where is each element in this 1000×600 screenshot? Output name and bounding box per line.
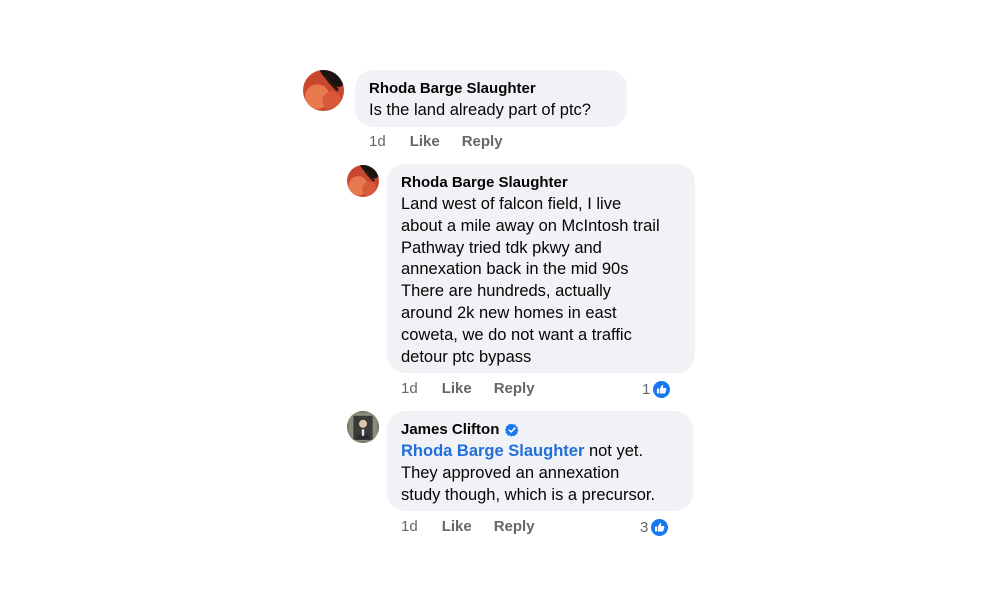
text-line: around 2k new homes in east [401, 303, 617, 322]
profile-photo-rhoda [303, 70, 344, 111]
thumbs-up-icon [651, 519, 669, 536]
comment-text: Rhoda Barge Slaughter not yet. They appr… [401, 441, 679, 506]
comment-author[interactable]: Rhoda Barge Slaughter [401, 173, 681, 193]
comment-actions: 1d Like Reply [369, 133, 525, 151]
author-name[interactable]: Rhoda Barge Slaughter [401, 173, 568, 193]
comment-bubble: Rhoda Barge Slaughter Is the land alread… [355, 70, 627, 127]
text-line: Pathway tried tdk pkwy and [401, 238, 602, 257]
text-line: about a mile away on McIntosh trail [401, 216, 660, 235]
profile-photo-james [347, 411, 379, 443]
text-line: study though, which is a precursor. [401, 485, 656, 504]
comment-bubble: James Clifton Rhoda Barge Slaughter not … [387, 411, 693, 511]
avatar[interactable] [347, 411, 379, 443]
avatar[interactable] [347, 165, 379, 197]
like-button[interactable]: Like [410, 133, 440, 151]
comment-actions: 1d Like Reply [401, 380, 557, 398]
timestamp[interactable]: 1d [401, 380, 418, 398]
text-line: coweta, we do not want a traffic [401, 325, 632, 344]
text-line: detour ptc bypass [401, 347, 532, 366]
comment-author[interactable]: Rhoda Barge Slaughter [369, 79, 613, 99]
author-name[interactable]: James Clifton [401, 420, 499, 440]
reaction-summary[interactable]: 1 [642, 381, 671, 398]
comment-author[interactable]: James Clifton [401, 420, 679, 440]
verified-badge-icon [505, 423, 519, 437]
timestamp[interactable]: 1d [369, 133, 386, 151]
reply-button[interactable]: Reply [494, 380, 535, 398]
timestamp[interactable]: 1d [401, 518, 418, 536]
author-name[interactable]: Rhoda Barge Slaughter [369, 79, 536, 99]
avatar[interactable] [303, 70, 344, 111]
text-line: annexation back in the mid 90s [401, 260, 629, 279]
comment-text: Land west of falcon field, I live about … [401, 194, 681, 368]
comment-thread: Rhoda Barge Slaughter Is the land alread… [0, 0, 1000, 600]
text-line: There are hundreds, actually [401, 282, 612, 301]
reaction-summary[interactable]: 3 [640, 519, 669, 536]
comment-actions: 1d Like Reply [401, 518, 557, 536]
reaction-count: 1 [642, 381, 651, 398]
profile-photo-rhoda [347, 165, 379, 197]
like-button[interactable]: Like [442, 518, 472, 536]
reply-button[interactable]: Reply [462, 133, 503, 151]
comment-bubble: Rhoda Barge Slaughter Land west of falco… [387, 164, 695, 373]
text-line: Rhoda Barge Slaughter not yet. [401, 441, 679, 463]
text-line: They approved an annexation [401, 463, 620, 482]
reply-button[interactable]: Reply [494, 518, 535, 536]
mention-link[interactable]: Rhoda Barge Slaughter [401, 442, 584, 460]
like-button[interactable]: Like [442, 380, 472, 398]
comment-text: Is the land already part of ptc? [369, 101, 591, 119]
text-line: Land west of falcon field, I live [401, 195, 622, 213]
text-segment: not yet. [584, 442, 644, 460]
thumbs-up-icon [653, 381, 671, 398]
reaction-count: 3 [640, 519, 649, 536]
